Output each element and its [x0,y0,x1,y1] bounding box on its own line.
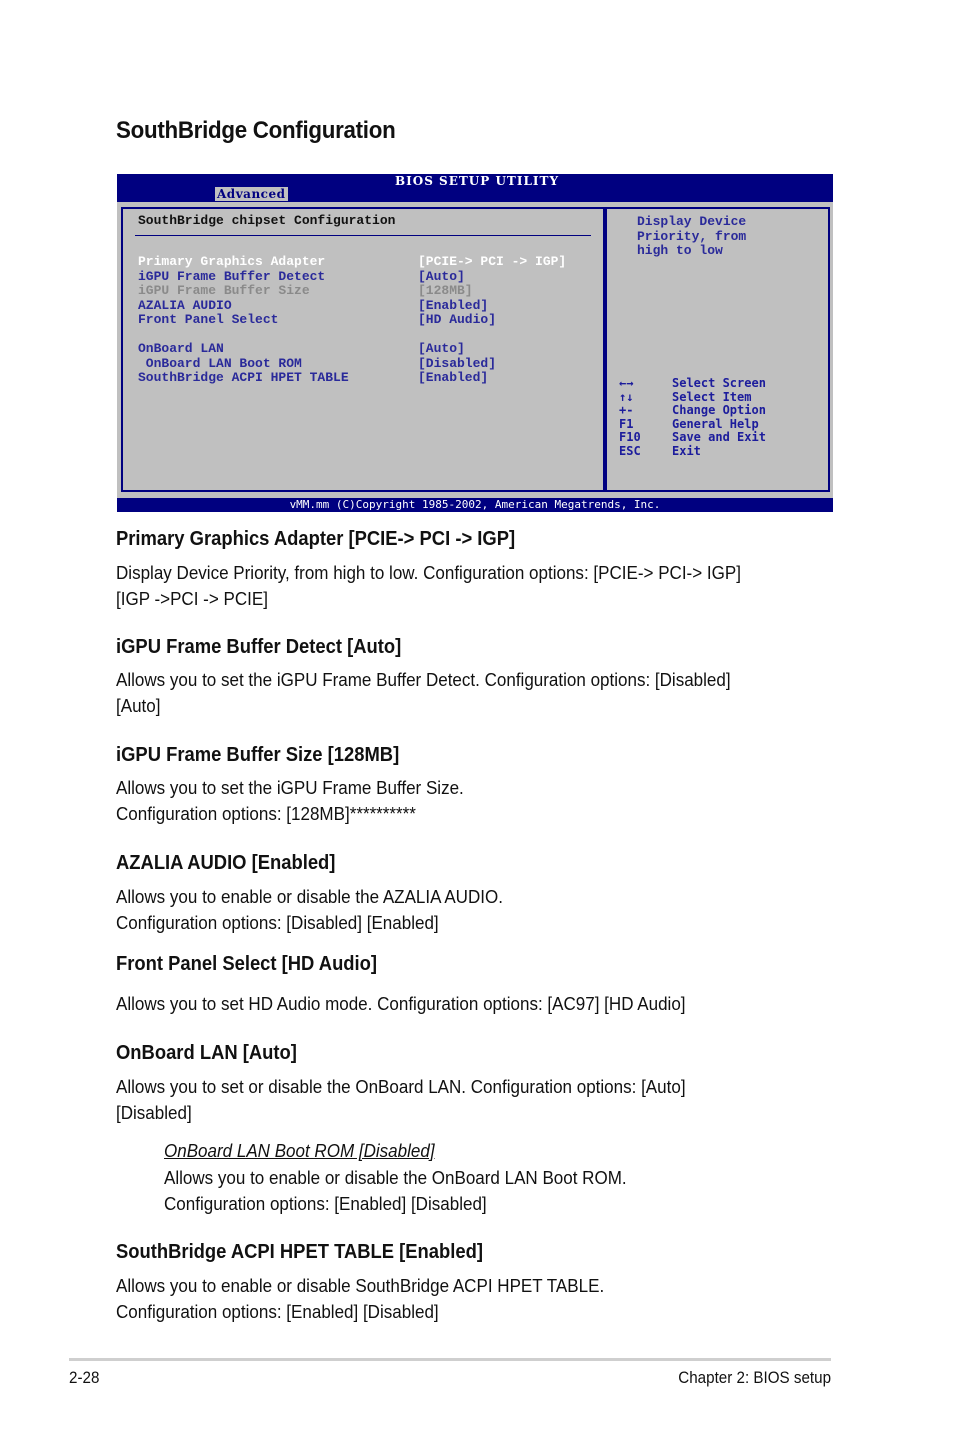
footer-divider [69,1358,831,1361]
option-value[interactable]: [Auto] [418,269,465,285]
key-legend-row: F1 General Help [619,416,766,432]
section-heading: Front Panel Select [HD Audio] [116,953,378,975]
bios-help-panel: Display Device Priority, from high to lo… [605,207,830,492]
option-value[interactable]: [PCIE-> PCI -> IGP] [418,254,566,270]
option-label: Front Panel Select [138,312,279,327]
page-number: 2-28 [69,1369,100,1387]
key-legend-row: +- Change Option [619,403,766,418]
bios-title-bar: BIOS SETUP UTILITY Advanced [117,174,833,202]
section-heading: iGPU Frame Buffer Size [128MB] [116,744,400,766]
bios-option-acpi-hpet-table[interactable]: SouthBridge ACPI HPET TABLE [Enabled] [138,370,598,386]
bios-option-primary-graphics-adapter[interactable]: Primary Graphics Adapter [PCIE-> PCI -> … [138,254,598,270]
bios-option-list: Primary Graphics Adapter [PCIE-> PCI -> … [138,254,598,386]
option-label: AZALIA AUDIO [138,297,232,313]
key-legend-row: ESC Exit [619,443,766,459]
option-value[interactable]: [Enabled] [418,298,488,314]
option-value[interactable]: [Enabled] [418,370,488,386]
bios-options-panel: SouthBridge chipset Configuration Primar… [121,207,605,492]
bios-option-front-panel-select[interactable]: Front Panel Select [HD Audio] [138,312,598,328]
key-legend-row: ←→ Select Screen [619,376,766,391]
section-body: Allows you to set or disable the OnBoard… [116,1076,686,1123]
section-heading: SouthBridge ACPI HPET TABLE [Enabled] [116,1241,483,1263]
key-description: Exit [672,443,701,458]
bios-option-igpu-frame-buffer-detect[interactable]: iGPU Frame Buffer Detect [Auto] [138,268,598,285]
section-heading: AZALIA AUDIO [Enabled] [116,852,336,874]
left-right-arrows-icon: ←→ [619,376,634,390]
key-name: ESC [619,443,641,458]
bios-screenshot: BIOS SETUP UTILITY Advanced SouthBridge … [117,174,833,512]
key-name: F1 [619,416,634,431]
key-description: Change Option [672,403,766,417]
bios-section-title: SouthBridge chipset Configuration [138,213,396,228]
page-title: SouthBridge Configuration [116,117,396,144]
section-body: Allows you to set the iGPU Frame Buffer … [116,669,731,716]
option-value[interactable]: [HD Audio] [418,312,496,328]
up-down-arrows-icon: ↑↓ [619,389,634,404]
chapter-title: Chapter 2: BIOS setup [678,1369,831,1387]
section-body: Allows you to enable or disable SouthBri… [116,1275,605,1322]
option-label: SouthBridge ACPI HPET TABLE [138,370,349,385]
key-legend: ←→ Select Screen ↑↓ Select Item +- Chang… [619,376,766,459]
key-legend-row: ↑↓ Select Item [619,389,766,405]
key-description: Select Screen [672,376,766,390]
section-body: Display Device Priority, from high to lo… [116,562,741,609]
subsection-body: Allows you to enable or disable the OnBo… [164,1167,627,1214]
section-heading: iGPU Frame Buffer Detect [Auto] [116,636,402,658]
section-heading: Primary Graphics Adapter [PCIE-> PCI -> … [116,528,516,550]
section-body: Allows you to set the iGPU Frame Buffer … [116,777,464,824]
option-label: iGPU Frame Buffer Detect [138,268,326,284]
bios-option-onboard-lan[interactable]: OnBoard LAN [Auto] [138,341,598,357]
subsection-heading: OnBoard LAN Boot ROM [Disabled] [164,1140,435,1161]
help-text: Display Device Priority, from high to lo… [637,214,747,258]
option-value[interactable]: [Auto] [418,341,465,357]
section-heading: OnBoard LAN [Auto] [116,1042,297,1064]
bios-option-onboard-lan-boot-rom[interactable]: OnBoard LAN Boot ROM [Disabled] [138,355,598,372]
option-label: OnBoard LAN [138,341,224,356]
key-description: General Help [672,416,759,431]
key-description: Save and Exit [672,430,766,444]
option-label: OnBoard LAN Boot ROM [138,355,302,371]
bios-option-igpu-frame-buffer-size: iGPU Frame Buffer Size [128MB] [138,283,598,299]
option-value[interactable]: [Disabled] [418,356,496,372]
bios-utility-title: BIOS SETUP UTILITY [395,174,560,188]
option-value: [128MB] [418,283,473,298]
divider [135,235,591,236]
bios-copyright-bar: vMM.mm (C)Copyright 1985-2002, American … [117,498,833,512]
key-name: F10 [619,430,641,444]
section-body: Allows you to set HD Audio mode. Configu… [116,993,686,1014]
key-legend-row: F10 Save and Exit [619,430,766,445]
plus-minus-icon: +- [619,403,634,417]
option-label: Primary Graphics Adapter [138,254,326,269]
key-description: Select Item [672,389,752,404]
tab-advanced[interactable]: Advanced [215,187,288,201]
option-label: iGPU Frame Buffer Size [138,283,310,298]
section-body: Allows you to enable or disable the AZAL… [116,886,503,933]
bios-option-azalia-audio[interactable]: AZALIA AUDIO [Enabled] [138,297,598,314]
